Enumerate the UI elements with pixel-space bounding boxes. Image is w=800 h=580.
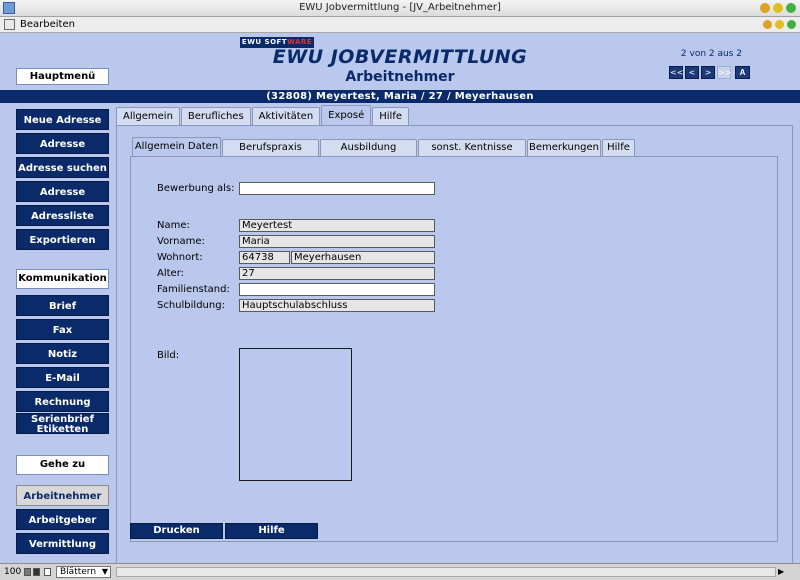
minimize-button[interactable]: [760, 3, 770, 13]
adresse-suchen-button[interactable]: Adresse suchen: [16, 157, 109, 178]
main-area: EWU SOFTWARE EWU JOBVERMITTLUNG Arbeitne…: [0, 33, 800, 580]
notiz-button[interactable]: Notiz: [16, 343, 109, 364]
rechnung-button[interactable]: Rechnung: [16, 391, 109, 412]
status-bar: 100 Blättern▼ ◀ ▶: [0, 563, 800, 580]
hauptmenu-button[interactable]: Hauptmenü: [16, 68, 109, 85]
tab-ausbildung[interactable]: Ausbildung: [320, 139, 417, 156]
chevron-down-icon: ▼: [101, 567, 108, 576]
plz-field[interactable]: 64738: [239, 251, 290, 264]
bewerbung-field[interactable]: [239, 182, 435, 195]
maximize-button[interactable]: [773, 3, 783, 13]
document-icon: [4, 19, 15, 30]
tab-bemerkungen[interactable]: Bemerkungen: [527, 139, 601, 156]
etiketten-label: Etiketten: [36, 424, 89, 435]
record-info-bar: (32808) Meyertest, Maria / 27 / Meyerhau…: [0, 90, 800, 103]
record-counter: 2 von 2 aus 2: [680, 49, 742, 59]
tab-aktivitaeten[interactable]: Aktivitäten: [251, 107, 321, 125]
next-record-button[interactable]: >: [701, 66, 715, 79]
zoom-level: 100: [4, 567, 22, 577]
drucken-button[interactable]: Drucken: [130, 523, 223, 539]
ort-field[interactable]: Meyerhausen: [291, 251, 435, 264]
gehe-zu-header: Gehe zu: [16, 455, 109, 475]
menu-bar: Bearbeiten: [0, 17, 800, 33]
name-field[interactable]: Meyertest: [239, 219, 435, 232]
doc-close-button[interactable]: [787, 20, 796, 29]
serienbrief-etiketten-button[interactable]: Serienbrief Etiketten: [16, 413, 109, 435]
brief-button[interactable]: Brief: [16, 295, 109, 316]
schulbildung-field[interactable]: Hauptschulabschluss: [239, 299, 435, 312]
tab-sonst-kentnisse[interactable]: sonst. Kentnisse: [418, 139, 526, 156]
tab-inner-hilfe[interactable]: Hilfe: [602, 139, 635, 156]
doc-maximize-button[interactable]: [775, 20, 784, 29]
tab-berufliches[interactable]: Berufliches: [180, 107, 251, 125]
hilfe-button[interactable]: Hilfe: [225, 523, 318, 539]
name-label: Name:: [157, 220, 190, 231]
familienstand-field[interactable]: [239, 283, 435, 296]
bild-label: Bild:: [157, 350, 180, 361]
bild-image-box[interactable]: [239, 348, 352, 481]
email-button[interactable]: E-Mail: [16, 367, 109, 388]
alter-field[interactable]: 27: [239, 267, 435, 280]
arbeitgeber-button[interactable]: Arbeitgeber: [16, 509, 109, 530]
arbeitnehmer-button[interactable]: Arbeitnehmer: [16, 485, 109, 506]
view-icon: [44, 568, 51, 576]
fax-button[interactable]: Fax: [16, 319, 109, 340]
exportieren-button[interactable]: Exportieren: [16, 229, 109, 250]
prev-record-button[interactable]: <: [685, 66, 699, 79]
inner-tab-panel: [130, 156, 778, 542]
tab-allgemein[interactable]: Allgemein: [116, 107, 180, 125]
neue-adresse-button[interactable]: Neue Adresse: [16, 109, 109, 130]
schulbildung-label: Schulbildung:: [157, 300, 225, 311]
title-bar: EWU Jobvermittlung - [JV_Arbeitnehmer]: [0, 0, 800, 17]
tab-allgemein-daten[interactable]: Allgemein Daten: [132, 137, 221, 156]
doc-minimize-button[interactable]: [763, 20, 772, 29]
vorname-field[interactable]: Maria: [239, 235, 435, 248]
window-title: EWU Jobvermittlung - [JV_Arbeitnehmer]: [299, 2, 501, 13]
vorname-label: Vorname:: [157, 236, 205, 247]
a-button[interactable]: A: [735, 66, 750, 79]
last-record-button[interactable]: >>: [717, 66, 731, 79]
tab-hilfe[interactable]: Hilfe: [372, 107, 409, 125]
close-button[interactable]: [786, 3, 796, 13]
tab-berufspraxis[interactable]: Berufspraxis: [222, 139, 319, 156]
adresse-loeschen-button[interactable]: Adresse löschen: [16, 133, 109, 171]
adressliste-button[interactable]: Adressliste: [16, 205, 109, 226]
record-navigation: << < > >>: [669, 66, 731, 79]
menu-bearbeiten[interactable]: Bearbeiten: [20, 19, 75, 30]
edit-icon: [33, 568, 40, 576]
adresse-drucken-button[interactable]: Adresse drucken: [16, 181, 109, 219]
bewerbung-label: Bewerbung als:: [157, 183, 235, 194]
scroll-right-icon[interactable]: ▶: [778, 567, 784, 576]
vermittlung-button[interactable]: Vermittlung: [16, 533, 109, 554]
tab-expose[interactable]: Exposé: [321, 105, 372, 125]
first-record-button[interactable]: <<: [669, 66, 683, 79]
mode-select[interactable]: Blättern ▼: [56, 566, 111, 578]
familienstand-label: Familienstand:: [157, 284, 230, 295]
alter-label: Alter:: [157, 268, 184, 279]
layout-icon: [24, 568, 31, 576]
outer-tabs: Allgemein Berufliches Aktivitäten Exposé…: [116, 105, 409, 125]
inner-tabs: Allgemein Daten Berufspraxis Ausbildung …: [132, 137, 635, 156]
kommunikation-header: Kommunikation: [16, 269, 109, 289]
horizontal-scrollbar[interactable]: [116, 567, 776, 577]
wohnort-label: Wohnort:: [157, 252, 203, 263]
document-window-controls: [763, 20, 796, 29]
window-controls: [760, 3, 796, 13]
